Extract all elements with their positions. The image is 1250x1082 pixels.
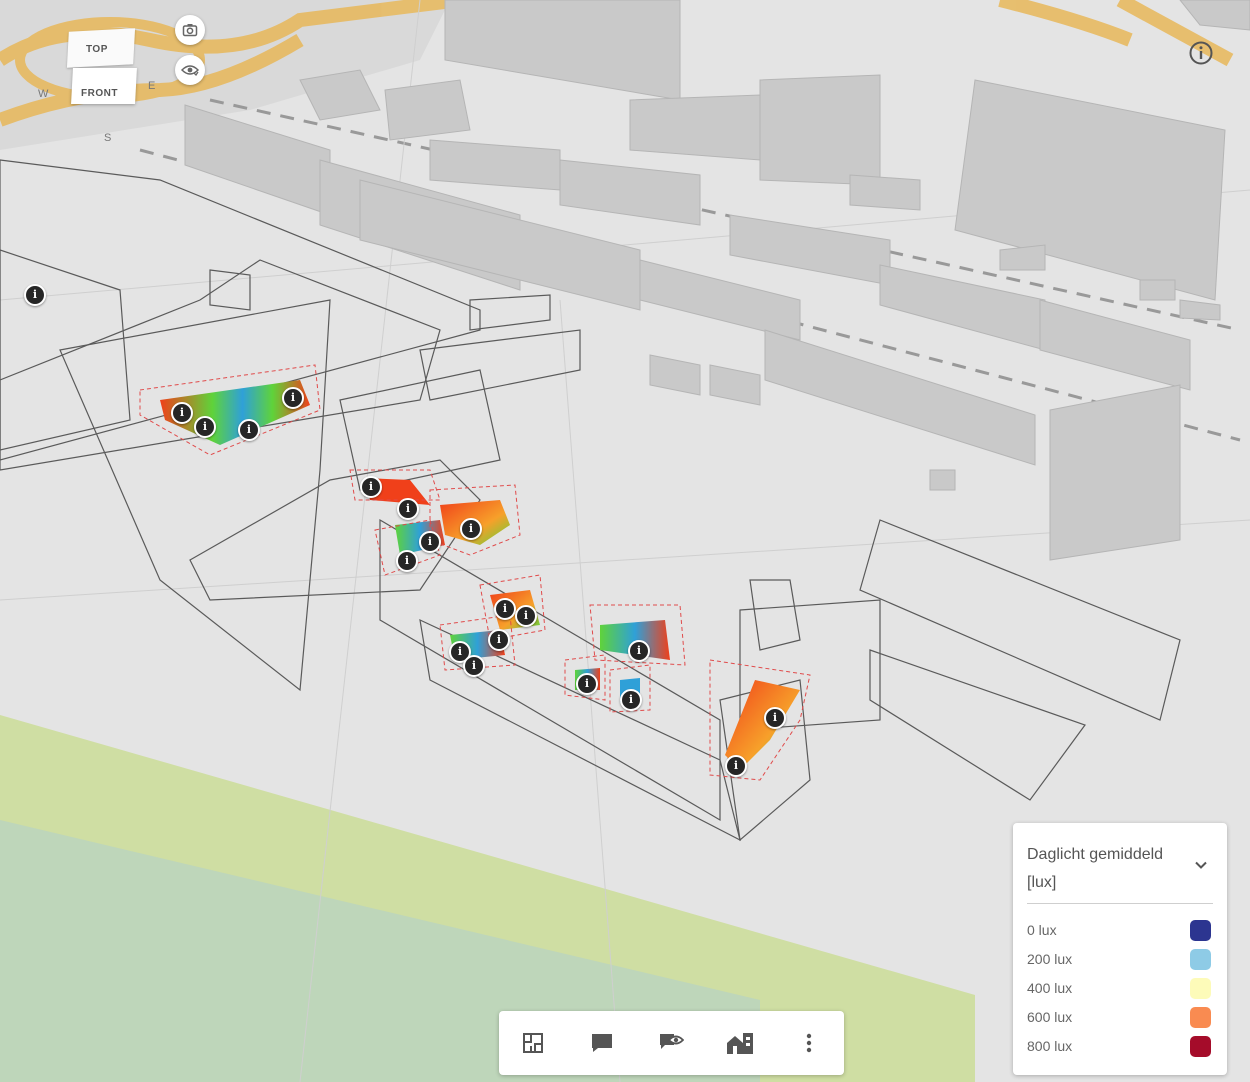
comment-button[interactable]: [586, 1027, 618, 1059]
legend-item: 200 lux: [1027, 949, 1211, 971]
info-marker[interactable]: i: [396, 550, 418, 572]
legend-swatch: [1190, 1036, 1211, 1057]
legend-divider: [1027, 903, 1213, 904]
info-marker[interactable]: i: [620, 689, 642, 711]
more-vertical-icon: [806, 1033, 812, 1053]
more-options-button[interactable]: [793, 1027, 825, 1059]
legend-item: 600 lux: [1027, 1007, 1211, 1029]
legend-item-label: 0 lux: [1027, 922, 1057, 938]
legend-item: 0 lux: [1027, 920, 1211, 942]
comment-view-icon: [660, 1034, 684, 1049]
info-icon: [1189, 41, 1213, 65]
eye-icon: [181, 65, 199, 77]
legend-item: 400 lux: [1027, 978, 1211, 1000]
view-cube-top-label: TOP: [86, 44, 108, 55]
info-marker[interactable]: i: [282, 387, 304, 409]
legend-item-label: 800 lux: [1027, 1038, 1073, 1054]
view-cube-front-label: FRONT: [81, 88, 118, 99]
view-cube[interactable]: TOP FRONT: [66, 28, 137, 104]
screenshot-button[interactable]: [175, 15, 205, 45]
info-marker[interactable]: i: [24, 284, 46, 306]
camera-icon: [182, 24, 198, 37]
comment-icon: [592, 1034, 612, 1052]
buildings-icon: [727, 1033, 753, 1054]
bottom-toolbar: [499, 1011, 844, 1075]
compass-south: S: [104, 132, 112, 144]
floorplan-icon: [523, 1033, 543, 1053]
legend-item-label: 600 lux: [1027, 1009, 1073, 1025]
info-marker[interactable]: i: [419, 531, 441, 553]
legend-item-label: 400 lux: [1027, 980, 1073, 996]
info-marker[interactable]: i: [463, 655, 485, 677]
info-marker[interactable]: i: [238, 419, 260, 441]
compass-east: E: [148, 80, 156, 92]
info-marker[interactable]: i: [515, 605, 537, 627]
legend-item: 800 lux: [1027, 1036, 1211, 1058]
info-button[interactable]: [1188, 40, 1214, 66]
info-marker[interactable]: i: [171, 402, 193, 424]
legend-swatch: [1190, 949, 1211, 970]
legend-title: Daglicht gemiddeld [lux]: [1027, 846, 1164, 891]
legend-collapse-toggle[interactable]: [1193, 857, 1209, 873]
compass-west: W: [38, 88, 49, 100]
info-marker[interactable]: i: [397, 498, 419, 520]
info-marker[interactable]: i: [460, 518, 482, 540]
visibility-button[interactable]: [175, 55, 205, 85]
legend-swatch: [1190, 920, 1211, 941]
info-marker[interactable]: i: [628, 640, 650, 662]
legend-swatch: [1190, 978, 1211, 999]
info-marker[interactable]: i: [194, 416, 216, 438]
info-marker[interactable]: i: [764, 707, 786, 729]
floorplan-button[interactable]: [517, 1027, 549, 1059]
legend-panel: Daglicht gemiddeld [lux] 0 lux 200 lux 4…: [1013, 823, 1227, 1075]
comment-view-button[interactable]: [655, 1027, 687, 1059]
info-marker[interactable]: i: [576, 673, 598, 695]
chevron-down-icon: [1195, 861, 1207, 869]
info-marker[interactable]: i: [488, 629, 510, 651]
buildings-button[interactable]: [724, 1027, 756, 1059]
legend-swatch: [1190, 1007, 1211, 1028]
info-marker[interactable]: i: [360, 476, 382, 498]
info-marker[interactable]: i: [494, 598, 516, 620]
legend-item-label: 200 lux: [1027, 951, 1073, 967]
info-marker[interactable]: i: [725, 755, 747, 777]
